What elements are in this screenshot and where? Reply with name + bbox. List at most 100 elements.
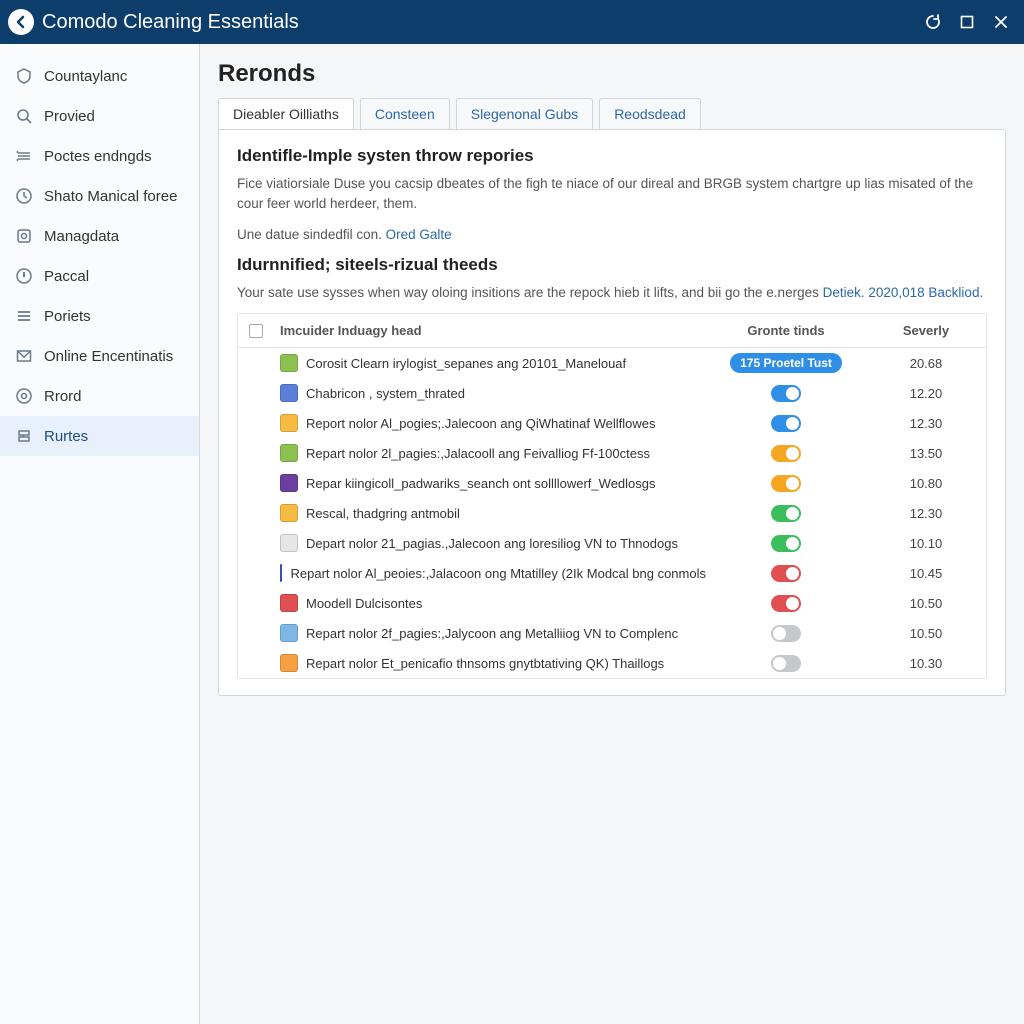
- sidebar-item-1[interactable]: Provied: [0, 96, 199, 136]
- table-row[interactable]: Repart nolor Et_penicafio thnsoms gnytbt…: [238, 648, 986, 678]
- nav-icon: [14, 347, 34, 365]
- row-severity: 10.80: [866, 476, 986, 491]
- row-name: Report nolor Al_pogies;.Jalecoon ang QiW…: [306, 416, 656, 431]
- nav-icon: [14, 307, 34, 325]
- row-toggle[interactable]: [771, 655, 801, 672]
- table-row[interactable]: Repar kiingicoll_padwariks_seanch ont so…: [238, 468, 986, 498]
- tab-1[interactable]: Consteen: [360, 98, 450, 129]
- file-icon: [280, 474, 298, 492]
- row-toggle[interactable]: [771, 415, 801, 432]
- main-content: Reronds Dieabler OilliathsConsteenSlegen…: [200, 44, 1024, 1024]
- desc-link[interactable]: Detiek. 2020,018 Backliod.: [823, 285, 984, 300]
- row-toggle[interactable]: [771, 475, 801, 492]
- row-name: Repart nolor 2f_pagies:,Jalycoon ang Met…: [306, 626, 678, 641]
- sidebar-item-9[interactable]: Rurtes: [0, 416, 199, 456]
- row-toggle[interactable]: [771, 595, 801, 612]
- row-toggle[interactable]: [771, 565, 801, 582]
- sidebar-item-7[interactable]: Online Encentinatis: [0, 336, 199, 376]
- row-name: Repart nolor Et_penicafio thnsoms gnytbt…: [306, 656, 664, 671]
- table-row[interactable]: Corosit Clearn irylogist_sepanes ang 201…: [238, 348, 986, 378]
- row-toggle[interactable]: [771, 535, 801, 552]
- sidebar-item-2[interactable]: Poctes endngds: [0, 136, 199, 176]
- nav-icon: [14, 227, 34, 245]
- table-row[interactable]: Repart nolor 2l_pagies:,Jalacooll ang Fe…: [238, 438, 986, 468]
- row-name: Chabricon , system_thrated: [306, 386, 465, 401]
- row-severity: 20.68: [866, 356, 986, 371]
- row-toggle[interactable]: [771, 505, 801, 522]
- sidebar-item-5[interactable]: Paccal: [0, 256, 199, 296]
- note-link[interactable]: Ored Galte: [386, 227, 452, 242]
- sidebar-item-label: Managdata: [44, 228, 119, 245]
- sidebar-item-label: Shato Manical foree: [44, 188, 177, 205]
- row-severity: 10.50: [866, 596, 986, 611]
- titlebar: Comodo Cleaning Essentials: [0, 0, 1024, 44]
- row-severity: 12.30: [866, 416, 986, 431]
- desc-prefix: Your sate use sysses when way oloing ins…: [237, 285, 823, 300]
- file-icon: [280, 654, 298, 672]
- sidebar-item-4[interactable]: Managdata: [0, 216, 199, 256]
- sidebar-item-label: Paccal: [44, 268, 89, 285]
- section-1-desc: Fice viatiorsiale Duse you cacsip dbeate…: [237, 174, 987, 215]
- table-row[interactable]: Moodell Dulcisontes 10.50: [238, 588, 986, 618]
- table-row[interactable]: Report nolor Al_pogies;.Jalecoon ang QiW…: [238, 408, 986, 438]
- tab-strip: Dieabler OilliathsConsteenSlegenonal Gub…: [218, 98, 1006, 129]
- section-2-desc: Your sate use sysses when way oloing ins…: [237, 283, 987, 303]
- sidebar-item-label: Poriets: [44, 308, 91, 325]
- sidebar-item-label: Rurtes: [44, 428, 88, 445]
- row-name: Moodell Dulcisontes: [306, 596, 422, 611]
- row-severity: 12.20: [866, 386, 986, 401]
- row-name: Depart nolor 21_pagias.,Jalecoon ang lor…: [306, 536, 678, 551]
- select-all-checkbox[interactable]: [249, 324, 263, 338]
- file-icon: [280, 414, 298, 432]
- sidebar-item-3[interactable]: Shato Manical foree: [0, 176, 199, 216]
- row-toggle[interactable]: [771, 385, 801, 402]
- maximize-icon[interactable]: [952, 7, 982, 37]
- section-1-heading: Identifle-Imple systen throw repories: [237, 146, 987, 166]
- row-toggle[interactable]: [771, 445, 801, 462]
- col-status[interactable]: Gronte tinds: [706, 323, 866, 338]
- file-icon: [280, 594, 298, 612]
- sidebar: CountaylancProviedPoctes endngds Shato Ma…: [0, 44, 200, 1024]
- refresh-icon[interactable]: [918, 7, 948, 37]
- table-row[interactable]: Chabricon , system_thrated 12.20: [238, 378, 986, 408]
- table-header: Imcuider Induagy head Gronte tinds Sever…: [238, 314, 986, 348]
- row-severity: 13.50: [866, 446, 986, 461]
- file-icon: [280, 384, 298, 402]
- sidebar-item-8[interactable]: Rrord: [0, 376, 199, 416]
- col-severity[interactable]: Severly: [866, 323, 986, 338]
- sidebar-item-label: Online Encentinatis: [44, 348, 173, 365]
- table-row[interactable]: Depart nolor 21_pagias.,Jalecoon ang lor…: [238, 528, 986, 558]
- close-icon[interactable]: [986, 7, 1016, 37]
- results-table: Imcuider Induagy head Gronte tinds Sever…: [237, 313, 987, 679]
- tab-0[interactable]: Dieabler Oilliaths: [218, 98, 354, 129]
- file-icon: [280, 504, 298, 522]
- row-severity: 10.50: [866, 626, 986, 641]
- file-icon: [280, 354, 298, 372]
- sidebar-item-6[interactable]: Poriets: [0, 296, 199, 336]
- app-title: Comodo Cleaning Essentials: [42, 11, 914, 34]
- tab-3[interactable]: Reodsdead: [599, 98, 701, 129]
- back-button[interactable]: [8, 9, 34, 35]
- table-row[interactable]: Repart nolor Al_peoies:,Jalacoon ong Mta…: [238, 558, 986, 588]
- sidebar-item-label: Rrord: [44, 388, 82, 405]
- col-name[interactable]: Imcuider Induagy head: [274, 323, 706, 338]
- row-name: Corosit Clearn irylogist_sepanes ang 201…: [306, 356, 626, 371]
- table-row[interactable]: Repart nolor 2f_pagies:,Jalycoon ang Met…: [238, 618, 986, 648]
- status-badge: 175 Proetel Tust: [730, 353, 842, 373]
- content-panel: Identifle-Imple systen throw repories Fi…: [218, 129, 1006, 696]
- table-row[interactable]: Rescal, thadgring antmobil12.30: [238, 498, 986, 528]
- row-severity: 10.45: [866, 566, 986, 581]
- section-1-note: Une datue sindedfil con. Ored Galte: [237, 225, 987, 245]
- nav-icon: [14, 107, 34, 125]
- sidebar-item-0[interactable]: Countaylanc: [0, 56, 199, 96]
- row-toggle[interactable]: [771, 625, 801, 642]
- nav-icon: [14, 267, 34, 285]
- nav-icon: [14, 67, 34, 85]
- tab-2[interactable]: Slegenonal Gubs: [456, 98, 593, 129]
- file-icon: [280, 444, 298, 462]
- row-severity: 10.10: [866, 536, 986, 551]
- row-name: Repart nolor Al_peoies:,Jalacoon ong Mta…: [290, 566, 706, 581]
- nav-icon: [14, 387, 34, 405]
- row-name: Rescal, thadgring antmobil: [306, 506, 460, 521]
- file-icon: [280, 624, 298, 642]
